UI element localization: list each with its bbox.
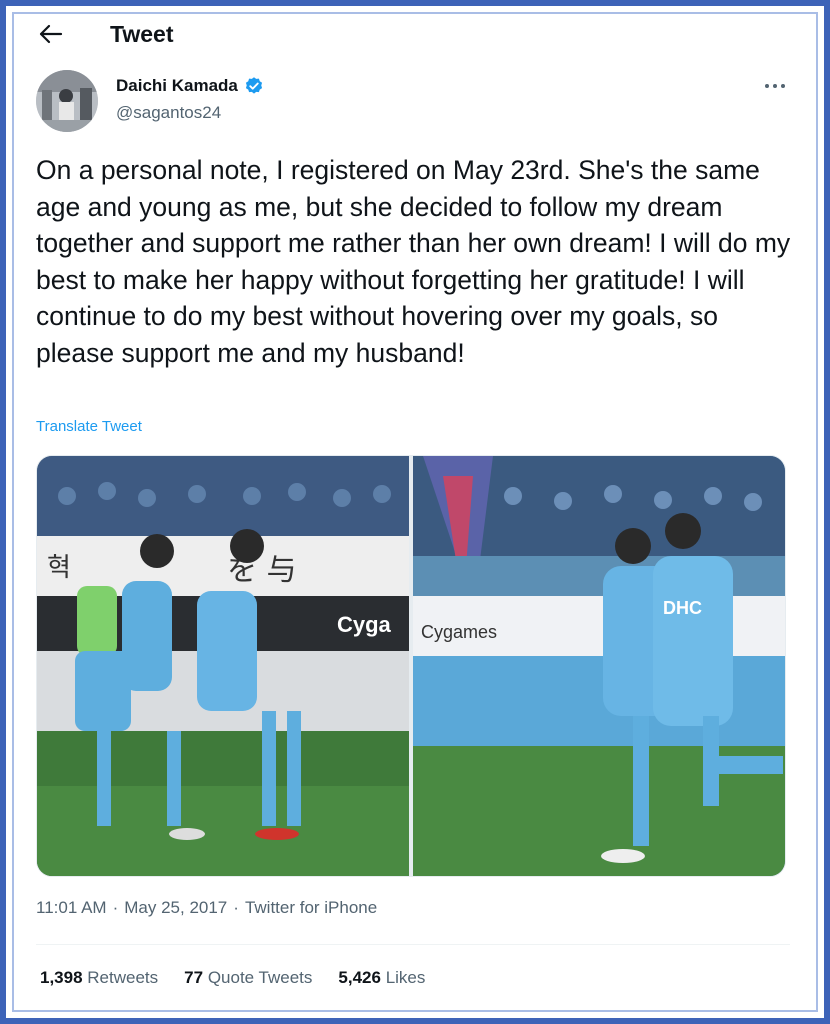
page-title: Tweet	[110, 20, 174, 47]
quotes-count: 77	[184, 968, 204, 987]
divider	[36, 944, 790, 945]
svg-text:혁: 혁	[47, 553, 71, 583]
tweet-stats: 1,398 Retweets 77 Quote Tweets 5,426 Lik…	[40, 968, 425, 988]
name-row: Daichi Kamada	[116, 76, 264, 96]
quotes-label: Quote Tweets	[207, 968, 313, 987]
quote-tweets-stat[interactable]: 77 Quote Tweets	[184, 968, 312, 988]
likes-stat[interactable]: 5,426 Likes	[338, 968, 425, 988]
verified-badge-icon	[245, 77, 262, 94]
tweet-media: 혁 を 与 Cyga Cygames DHC	[36, 455, 786, 877]
page-header: Tweet	[36, 16, 173, 52]
retweets-count: 1,398	[40, 968, 83, 987]
avatar[interactable]	[36, 70, 98, 132]
likes-label: Likes	[385, 968, 426, 987]
photo-left[interactable]: 혁 を 与 Cyga	[37, 456, 409, 876]
banner-text-right: Cygames	[421, 622, 497, 642]
tweet-author: Daichi Kamada @sagantos24	[36, 70, 790, 134]
tweet-time[interactable]: 11:01 AM	[36, 898, 107, 918]
author-handle[interactable]: @sagantos24	[116, 103, 221, 123]
meta-separator: ·	[233, 898, 239, 917]
more-dots-icon[interactable]	[760, 76, 790, 96]
translate-tweet-link[interactable]: Translate Tweet	[36, 418, 142, 435]
meta-separator: ·	[112, 898, 119, 917]
jersey-text: DHC	[663, 598, 702, 618]
back-arrow-icon[interactable]	[36, 19, 66, 49]
retweets-stat[interactable]: 1,398 Retweets	[40, 968, 158, 988]
tweet-text: On a personal note, I registered on May …	[36, 155, 791, 368]
banner-text-left: Cyga	[337, 612, 392, 637]
retweets-label: Retweets	[87, 968, 159, 987]
tweet-source[interactable]: Twitter for iPhone	[245, 898, 377, 918]
tweet-date[interactable]: May 25, 2017	[124, 898, 227, 918]
likes-count: 5,426	[338, 968, 381, 987]
tweet-meta: 11:01 AM · May 25, 2017 · Twitter for iP…	[36, 898, 377, 918]
photo-right[interactable]: Cygames DHC	[413, 456, 785, 876]
author-name[interactable]: Daichi Kamada	[116, 76, 238, 96]
